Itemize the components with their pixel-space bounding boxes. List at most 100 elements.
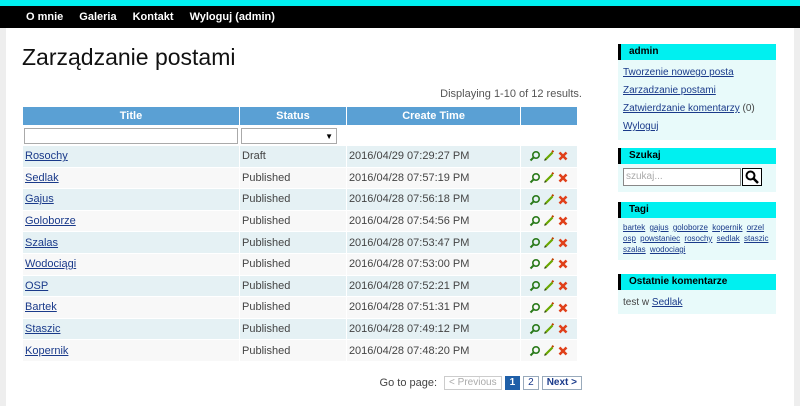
edit-icon[interactable]	[543, 344, 555, 357]
status-cell: Published	[240, 210, 346, 232]
comment-post-link[interactable]: Sedlak	[652, 297, 683, 308]
search-input[interactable]: szukaj...	[623, 168, 741, 186]
column-header-create-time[interactable]: Create Time	[346, 107, 521, 125]
edit-icon[interactable]	[543, 236, 555, 249]
status-cell: Published	[240, 318, 346, 340]
delete-icon[interactable]	[557, 302, 569, 314]
delete-icon[interactable]	[557, 215, 569, 227]
edit-icon[interactable]	[543, 150, 555, 162]
status-filter-select[interactable]: ▼	[241, 127, 337, 144]
edit-icon[interactable]	[543, 258, 555, 270]
view-icon[interactable]	[529, 280, 541, 292]
tag-link[interactable]: goloborze	[673, 223, 708, 232]
post-title-link[interactable]: Goloborze	[25, 215, 76, 227]
edit-icon[interactable]	[543, 193, 555, 206]
next-page-button[interactable]: Next >	[541, 376, 582, 390]
view-icon[interactable]	[529, 237, 541, 249]
page-2-button[interactable]: 2	[523, 376, 539, 390]
post-title-link[interactable]: Bartek	[25, 301, 57, 313]
tag-link[interactable]: powstaniec	[640, 234, 680, 243]
delete-icon[interactable]	[557, 323, 569, 335]
nav-about[interactable]: O mnie	[26, 11, 63, 23]
manage-posts-link[interactable]: Zarzadzanie postami	[623, 82, 771, 100]
main-content: Zarządzanie postami Displaying 1-10 of 1…	[22, 28, 582, 390]
admin-box-body: Tworzenie nowego posta Zarzadzanie posta…	[618, 60, 776, 140]
tag-link[interactable]: gajus	[649, 223, 668, 232]
view-icon[interactable]	[529, 323, 541, 335]
title-filter-input[interactable]	[24, 127, 238, 144]
delete-icon[interactable]	[557, 258, 569, 270]
title-cell: Sedlak	[23, 167, 239, 189]
view-icon[interactable]	[529, 258, 541, 270]
delete-icon[interactable]	[557, 194, 569, 206]
nav-contact[interactable]: Kontakt	[133, 11, 174, 23]
title-cell: OSP	[23, 275, 239, 297]
tag-link[interactable]: kopernik	[712, 223, 742, 232]
post-title-link[interactable]: Wodociągi	[25, 258, 76, 270]
post-title-link[interactable]: Rosochy	[25, 150, 68, 162]
tag-link[interactable]: osp	[623, 234, 636, 243]
table-body: Rosochy Draft 2016/04/29 07:29:27 PM Sedlak…	[23, 146, 577, 361]
pending-comments-count: (0)	[742, 103, 755, 114]
edit-icon[interactable]	[543, 279, 555, 292]
create-time-cell: 2016/04/28 07:49:12 PM	[346, 318, 521, 340]
actions-cell	[521, 232, 577, 253]
edit-icon[interactable]	[543, 171, 555, 184]
delete-icon[interactable]	[557, 345, 569, 357]
view-icon[interactable]	[529, 194, 541, 206]
delete-icon[interactable]	[557, 172, 569, 184]
table-row: Staszic Published 2016/04/28 07:49:12 PM	[23, 318, 577, 340]
tag-link[interactable]: bartek	[623, 223, 645, 232]
tag-link[interactable]: rosochy	[684, 234, 712, 243]
approve-comments-link[interactable]: Zatwierdzanie komentarzy	[623, 103, 740, 114]
nav-gallery[interactable]: Galeria	[79, 11, 116, 23]
edit-icon[interactable]	[543, 323, 555, 335]
view-icon[interactable]	[529, 215, 541, 227]
search-button[interactable]	[742, 168, 762, 186]
post-title-link[interactable]: Gajus	[25, 193, 54, 205]
actions-cell	[521, 189, 577, 210]
post-title-link[interactable]: Staszic	[25, 323, 60, 335]
delete-icon[interactable]	[557, 237, 569, 249]
tag-link[interactable]: szalas	[623, 245, 646, 254]
previous-page-button[interactable]: < Previous	[444, 376, 502, 390]
actions-cell	[521, 210, 577, 232]
recent-comments-title: Ostatnie komentarze	[618, 274, 776, 290]
post-title-link[interactable]: Sedlak	[25, 172, 59, 184]
column-header-status[interactable]: Status	[240, 107, 346, 125]
column-header-title[interactable]: Title	[23, 107, 239, 125]
create-time-cell: 2016/04/28 07:53:47 PM	[346, 232, 521, 253]
title-cell: Wodociągi	[23, 253, 239, 275]
logout-link[interactable]: Wyloguj	[623, 118, 771, 136]
title-cell: Bartek	[23, 297, 239, 318]
status-cell: Draft	[240, 146, 346, 167]
view-icon[interactable]	[529, 302, 541, 314]
post-title-link[interactable]: Kopernik	[25, 345, 68, 357]
post-title-link[interactable]: Szalas	[25, 237, 58, 249]
delete-icon[interactable]	[557, 150, 569, 162]
view-icon[interactable]	[529, 172, 541, 184]
edit-icon[interactable]	[543, 215, 555, 227]
view-icon[interactable]	[529, 345, 541, 357]
post-title-link[interactable]: OSP	[25, 280, 48, 292]
status-cell: Published	[240, 297, 346, 318]
create-post-link[interactable]: Tworzenie nowego posta	[623, 64, 771, 82]
delete-icon[interactable]	[557, 280, 569, 292]
filter-row: ▼	[23, 126, 577, 145]
page-1-button[interactable]: 1	[504, 376, 521, 390]
recent-comment: test w Sedlak	[618, 290, 776, 316]
actions-cell	[521, 297, 577, 318]
search-icon	[745, 170, 759, 184]
column-header-actions	[521, 107, 577, 125]
view-icon[interactable]	[529, 150, 541, 162]
tag-link[interactable]: staszic	[744, 234, 768, 243]
status-cell: Published	[240, 167, 346, 189]
tag-link[interactable]: orzel	[747, 223, 764, 232]
tag-link[interactable]: wodociagi	[650, 245, 686, 254]
create-time-cell: 2016/04/28 07:53:00 PM	[346, 253, 521, 275]
filter-title-cell	[23, 126, 239, 145]
nav-logout[interactable]: Wyloguj (admin)	[190, 11, 275, 23]
edit-icon[interactable]	[543, 301, 555, 314]
create-time-cell: 2016/04/28 07:54:56 PM	[346, 210, 521, 232]
tag-link[interactable]: sedlak	[717, 234, 740, 243]
